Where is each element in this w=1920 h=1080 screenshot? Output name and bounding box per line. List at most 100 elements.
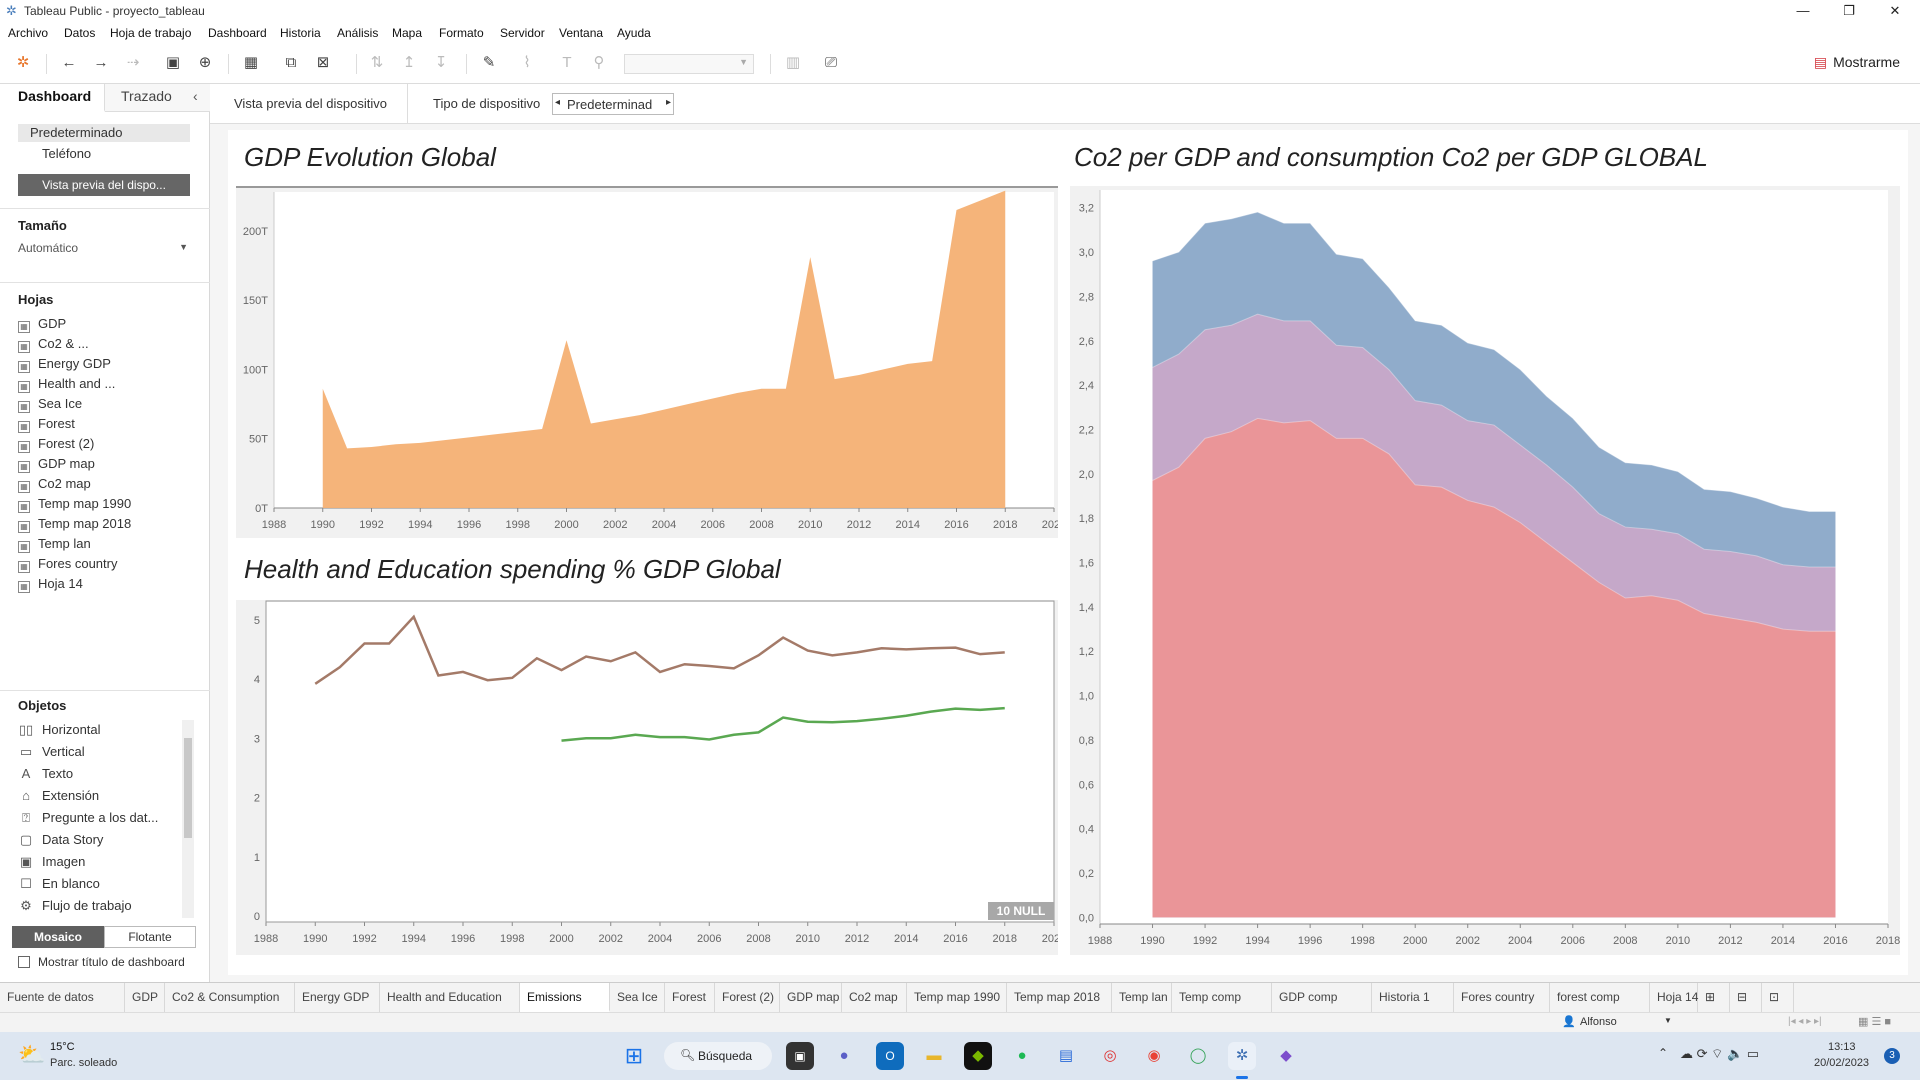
sheet-item[interactable]: ▦ Energy GDP [18, 356, 111, 374]
menu-hoja-de-trabajo[interactable]: Hoja de trabajo [110, 26, 191, 40]
device-type-selector[interactable]: ◂ Predeterminad ▸ [552, 93, 674, 115]
menu-archivo[interactable]: Archivo [8, 26, 48, 40]
taskbar-search[interactable]: 🔍︎ Búsqueda [664, 1042, 772, 1070]
tableau-logo-icon[interactable]: ✲ [12, 52, 34, 74]
spotify-icon[interactable]: ● [1008, 1042, 1036, 1070]
object-item[interactable]: A Texto [18, 766, 73, 786]
sort-asc-icon[interactable]: ↥ [398, 52, 420, 74]
sheet-tab[interactable]: Fores country [1454, 983, 1550, 1012]
tiled-toggle[interactable]: Mosaico [12, 926, 104, 948]
tableau-taskbar-icon[interactable]: ✲ [1228, 1042, 1256, 1070]
sheet-item[interactable]: ▦ Hoja 14 [18, 576, 83, 594]
sheet-tab[interactable]: Temp map 1990 [907, 983, 1007, 1012]
sheet-item[interactable]: ▦ Forest (2) [18, 436, 94, 454]
sheet-tab[interactable]: Fuente de datos [0, 983, 125, 1012]
sheet-tab[interactable]: GDP comp [1272, 983, 1372, 1012]
clock-time[interactable]: 13:13 [1828, 1041, 1856, 1053]
close-icon[interactable]: ✕ [1872, 0, 1918, 22]
show-cards-icon[interactable]: ▥ [782, 52, 804, 74]
sheet-tab[interactable]: GDP [125, 983, 165, 1012]
redo-icon[interactable]: → [90, 52, 112, 74]
sheet-item[interactable]: ▦ Temp map 1990 [18, 496, 131, 514]
sheet-tab[interactable]: GDP map [780, 983, 842, 1012]
object-item[interactable]: ▢ Data Story [18, 832, 104, 852]
show-title-checkbox[interactable] [18, 956, 30, 968]
sheet-item[interactable]: ▦ Health and ... [18, 376, 115, 394]
windows-start-icon[interactable]: ⊞ [620, 1042, 648, 1070]
fit-dropdown[interactable]: ▼ [624, 54, 754, 74]
sheet-item[interactable]: ▦ GDP map [18, 456, 95, 474]
new-sheet-icon[interactable]: ▦ [240, 52, 262, 74]
co2-chart[interactable]: 0,0 0,2 0,4 0,6 0,8 1,0 1,2 1,4 1,6 1,8 2,0 2,2 2,4 2… [1070, 186, 1900, 955]
tab-nav-icons[interactable]: |◂ ◂ ▸ ▸| [1788, 1016, 1822, 1027]
pin-icon[interactable]: ⚲ [588, 52, 610, 74]
sheet-tab[interactable]: Temp map 2018 [1007, 983, 1112, 1012]
chrome-icon[interactable]: ◉ [1140, 1042, 1168, 1070]
menu-mapa[interactable]: Mapa [392, 26, 422, 40]
save-icon[interactable]: ▣ [162, 52, 184, 74]
next-arrow-icon[interactable]: ▸ [666, 97, 671, 108]
app-green-icon[interactable]: ◯ [1184, 1042, 1212, 1070]
notification-badge[interactable]: 3 [1884, 1048, 1900, 1064]
user-dropdown-icon[interactable]: ▼ [1664, 1016, 1672, 1025]
labels-icon[interactable]: T [556, 52, 578, 74]
device-phone[interactable]: Teléfono [42, 146, 91, 161]
sheet-tab[interactable]: Sea Ice [610, 983, 665, 1012]
sheet-item[interactable]: ▦ Temp lan [18, 536, 91, 554]
app-purple-icon[interactable]: ◆ [1272, 1042, 1300, 1070]
sheet-tab[interactable]: Temp lan [1112, 983, 1172, 1012]
sheet-item[interactable]: ▦ GDP [18, 316, 66, 334]
sheet-tab[interactable]: Historia 1 [1372, 983, 1454, 1012]
menu-analisis[interactable]: Análisis [337, 26, 378, 40]
menu-ventana[interactable]: Ventana [559, 26, 603, 40]
store-icon[interactable]: ▤ [1052, 1042, 1080, 1070]
new-sheet-tab-icon[interactable]: ⊞ [1698, 983, 1730, 1012]
sheet-tab[interactable]: Forest (2) [715, 983, 780, 1012]
menu-servidor[interactable]: Servidor [500, 26, 545, 40]
objects-scrollbar[interactable] [182, 720, 194, 918]
sheet-item[interactable]: ▦ Temp map 2018 [18, 516, 131, 534]
health-chart[interactable]: 0 1 2 3 4 5 1988 1990 1992 1994 1996 1998 2000 2002 20… [236, 600, 1066, 955]
object-item[interactable]: ⍰ Pregunte a los dat... [18, 810, 158, 830]
sheet-item[interactable]: ▦ Fores country [18, 556, 117, 574]
nvidia-icon[interactable]: ◆ [964, 1042, 992, 1070]
show-me-button[interactable]: ▤ Mostrarme [1814, 54, 1900, 71]
menu-historia[interactable]: Historia [280, 26, 321, 40]
sort-desc-icon[interactable]: ↧ [430, 52, 452, 74]
menu-ayuda[interactable]: Ayuda [617, 26, 651, 40]
undo-icon[interactable]: ← [58, 52, 80, 74]
menu-formato[interactable]: Formato [439, 26, 484, 40]
app-red-icon[interactable]: ◎ [1096, 1042, 1124, 1070]
object-item[interactable]: ⌂ Extensión [18, 788, 99, 808]
object-item[interactable]: ▭ Vertical [18, 744, 85, 764]
new-dashboard-tab-icon[interactable]: ⊟ [1730, 983, 1762, 1012]
sheet-tab[interactable]: Co2 & Consumption [165, 983, 295, 1012]
clear-icon[interactable]: ⊠ [312, 52, 334, 74]
sheet-tab[interactable]: Co2 map [842, 983, 907, 1012]
sheet-tab[interactable]: Energy GDP [295, 983, 380, 1012]
outlook-icon[interactable]: O [876, 1042, 904, 1070]
maximize-icon[interactable]: ❐ [1826, 0, 1872, 22]
sheet-item[interactable]: ▦ Co2 & ... [18, 336, 89, 354]
sheet-tab[interactable]: Hoja 14 [1650, 983, 1698, 1012]
tab-dashboard[interactable]: Dashboard [0, 84, 105, 112]
tray-chevron-icon[interactable]: ⌃ [1658, 1046, 1668, 1060]
duplicate-icon[interactable]: ⧉ [280, 52, 302, 74]
view-mode-icons[interactable]: ▦ ☰ ■ [1858, 1015, 1891, 1028]
group-icon[interactable]: ⌇ [516, 52, 538, 74]
prev-arrow-icon[interactable]: ◂ [555, 97, 560, 108]
sheet-tab[interactable]: Temp comp [1172, 983, 1272, 1012]
floating-toggle[interactable]: Flotante [104, 926, 196, 948]
file-explorer-icon[interactable]: ▬ [920, 1042, 948, 1070]
object-item[interactable]: ▯▯ Horizontal [18, 722, 101, 742]
task-view-icon[interactable]: ▣ [786, 1042, 814, 1070]
size-dropdown[interactable]: Automático ▼ [18, 240, 190, 258]
sheet-tab[interactable]: forest comp [1550, 983, 1650, 1012]
collapse-panel-icon[interactable]: ‹ [193, 88, 198, 104]
sheet-tab[interactable]: Emissions [520, 983, 610, 1012]
device-preview-label[interactable]: Vista previa del dispositivo [234, 96, 387, 111]
tray-icons[interactable]: ☁ ⟳ ⌔ 🔈 ▭ [1680, 1046, 1759, 1062]
presentation-icon[interactable]: ⎚ [820, 52, 842, 74]
object-item[interactable]: ☐ En blanco [18, 876, 100, 896]
object-item[interactable]: ⚙ Flujo de trabajo [18, 898, 131, 918]
